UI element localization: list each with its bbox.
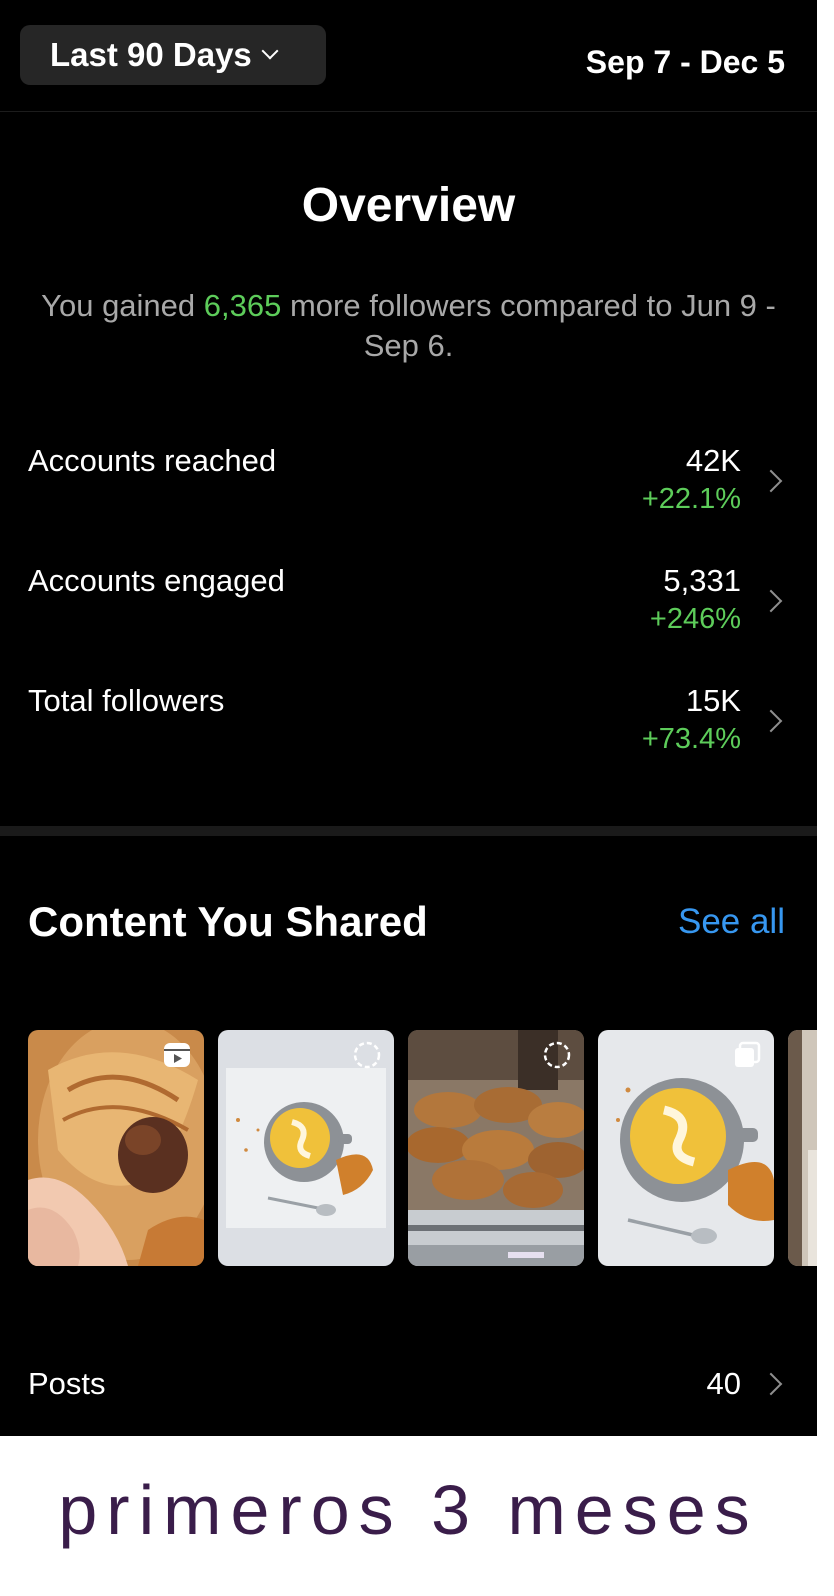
section-divider (0, 826, 817, 836)
overview-summary-prefix: You gained (41, 288, 204, 323)
followers-gained-value: 6,365 (203, 288, 282, 323)
content-thumbnail[interactable] (28, 1030, 204, 1266)
metric-delta: +22.1% (641, 483, 741, 515)
story-ring-icon (353, 1041, 381, 1069)
carousel-icon (735, 1041, 761, 1067)
posts-count: 40 (706, 1366, 741, 1401)
content-thumbnail[interactable] (408, 1030, 584, 1266)
date-range-dropdown[interactable]: Last 90 Days (20, 25, 326, 85)
metric-row-accounts-engaged[interactable]: Accounts engaged 5,331 +246% (0, 563, 817, 663)
overview-summary-suffix: more followers compared to Jun 9 - Sep 6… (281, 288, 776, 363)
metric-value: 42K (685, 443, 741, 478)
overview-title: Overview (301, 179, 516, 232)
partial-photo (788, 1030, 817, 1266)
chevron-right-icon (759, 589, 783, 613)
metric-label: Total followers (28, 683, 225, 718)
overview-summary: You gained 6,365 more followers compared… (40, 286, 777, 366)
reel-icon (164, 1043, 190, 1067)
metric-row-accounts-reached[interactable]: Accounts reached 42K +22.1% (0, 443, 817, 543)
metric-value: 15K (685, 683, 741, 718)
content-shared-title: Content You Shared (28, 898, 428, 945)
see-all-link[interactable]: See all (678, 902, 785, 942)
metric-value: 5,331 (663, 563, 741, 598)
metric-row-total-followers[interactable]: Total followers 15K +73.4% (0, 683, 817, 783)
metric-delta: +73.4% (641, 723, 741, 755)
story-ring-icon (543, 1041, 571, 1069)
content-thumbnail[interactable] (218, 1030, 394, 1266)
date-range-bar: Last 90 Days Sep 7 - Dec 5 (0, 0, 817, 112)
chevron-right-icon (759, 709, 783, 733)
content-thumbnail[interactable] (598, 1030, 774, 1266)
posts-label: Posts (28, 1366, 106, 1401)
metric-label: Accounts engaged (28, 563, 285, 598)
chevron-right-icon (759, 469, 783, 493)
metric-delta: +246% (649, 603, 741, 635)
content-thumbnail[interactable] (788, 1030, 817, 1266)
chevron-right-icon (759, 1372, 783, 1396)
chevron-down-icon (261, 42, 279, 60)
date-range-text: Sep 7 - Dec 5 (585, 44, 785, 80)
caption-text: primeros 3 meses (58, 1471, 759, 1549)
posts-row[interactable]: Posts 40 (0, 1362, 817, 1412)
insights-screen: Last 90 Days Sep 7 - Dec 5 Overview You … (0, 0, 817, 1436)
metric-label: Accounts reached (28, 443, 277, 478)
date-range-dropdown-label: Last 90 Days (50, 36, 252, 73)
